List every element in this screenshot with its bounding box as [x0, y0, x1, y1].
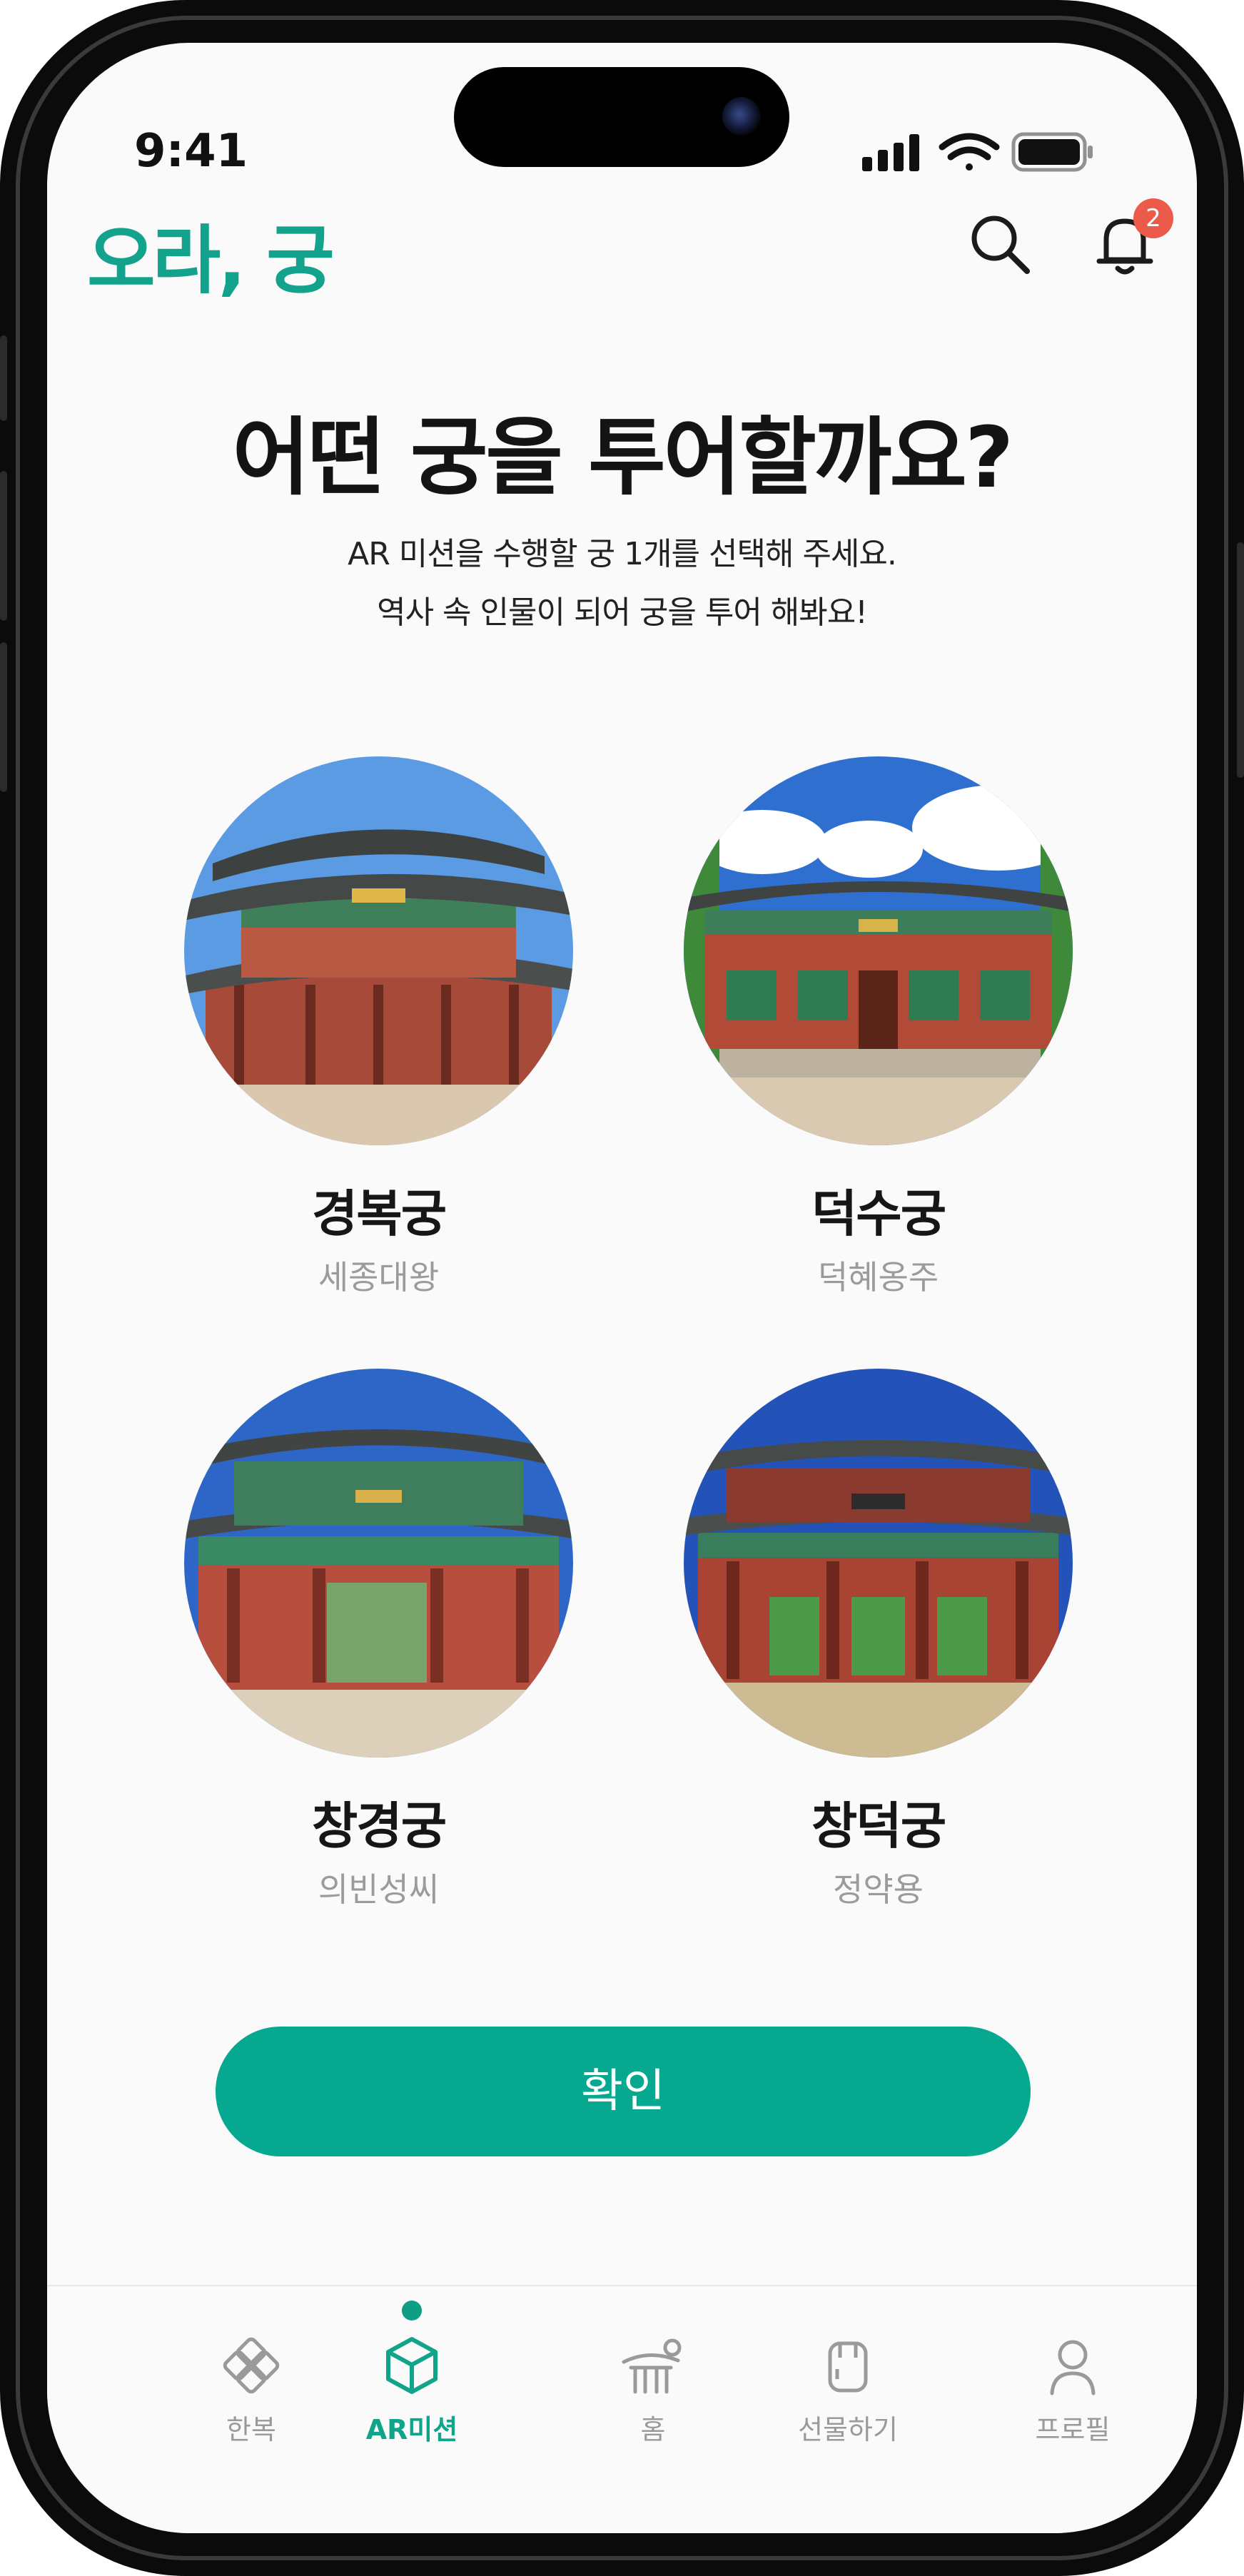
active-tab-indicator — [402, 2301, 422, 2321]
palace-photo — [184, 1369, 573, 1758]
palace-photo — [684, 756, 1073, 1145]
home-palace-icon — [622, 2338, 682, 2394]
palace-name: 창덕궁 — [811, 1797, 946, 1855]
profile-icon — [1050, 2340, 1096, 2395]
app-logo[interactable]: 오라, 궁 — [87, 200, 335, 308]
palace-option-changgyeonggung[interactable]: 창경궁 의빈성씨 — [184, 1369, 573, 1911]
tab-home[interactable]: 홈 — [575, 2333, 732, 2447]
tab-label: 홈 — [640, 2414, 666, 2445]
palace-character: 덕혜옹주 — [817, 1258, 939, 1297]
tab-label: 프로필 — [1035, 2414, 1111, 2445]
palace-name: 창경궁 — [311, 1797, 447, 1855]
tab-ar-mission[interactable]: AR미션 — [333, 2333, 490, 2447]
tab-profile[interactable]: 프로필 — [994, 2333, 1151, 2447]
phone-frame: 9:41 오라, 궁 2 어떤 궁을 투어할까요? AR 미션을 수행할 궁 1… — [0, 0, 1244, 2576]
page-title: 어떤 궁을 투어할까요? — [232, 408, 1014, 507]
search-icon — [971, 215, 1030, 274]
subtitle-line-1: AR 미션을 수행할 궁 1개를 선택해 주세요. — [348, 536, 897, 572]
volume-down-button — [0, 642, 7, 792]
ar-cube-icon — [386, 2337, 438, 2394]
palace-option-gyeongbokgung[interactable]: 경복궁 세종대왕 — [184, 756, 573, 1299]
status-icons — [862, 130, 1098, 183]
subtitle-line-2: 역사 속 인물이 되어 궁을 투어 해봐요! — [377, 594, 868, 631]
confirm-button[interactable]: 확인 — [216, 2027, 1031, 2156]
notification-button[interactable]: 2 — [1089, 198, 1173, 283]
notification-badge: 2 — [1133, 198, 1173, 238]
front-camera-icon — [722, 97, 761, 136]
app-screen: 9:41 오라, 궁 2 어떤 궁을 투어할까요? AR 미션을 수행할 궁 1… — [47, 43, 1197, 2533]
volume-up-button — [0, 471, 7, 621]
tab-gift[interactable]: 선물하기 — [769, 2333, 926, 2447]
palace-character: 의빈성씨 — [318, 1870, 440, 1909]
palace-photo — [684, 1369, 1073, 1758]
hanbok-knot-icon — [223, 2337, 280, 2394]
tab-label: 한복 — [226, 2414, 276, 2445]
palace-name: 경복궁 — [311, 1185, 447, 1243]
power-button — [1237, 542, 1244, 778]
palace-photo — [184, 756, 573, 1145]
tab-label: 선물하기 — [798, 2414, 898, 2445]
cellular-signal-icon — [862, 134, 919, 171]
wifi-icon — [939, 133, 1000, 171]
battery-icon — [1011, 132, 1093, 172]
palace-name: 덕수궁 — [811, 1185, 946, 1243]
palace-character: 세종대왕 — [318, 1258, 440, 1297]
palace-character: 정약용 — [833, 1870, 924, 1909]
gift-icon — [828, 2341, 868, 2393]
mute-switch — [0, 335, 7, 421]
status-time: 9:41 — [134, 125, 248, 178]
palace-option-changdeokgung[interactable]: 창덕궁 정약용 — [684, 1369, 1073, 1911]
tab-label: AR미션 — [365, 2414, 458, 2445]
tab-hanbok[interactable]: 한복 — [173, 2333, 330, 2447]
dynamic-island — [454, 67, 789, 167]
palace-option-deoksugung[interactable]: 덕수궁 덕혜옹주 — [684, 756, 1073, 1299]
search-button[interactable] — [964, 208, 1036, 283]
